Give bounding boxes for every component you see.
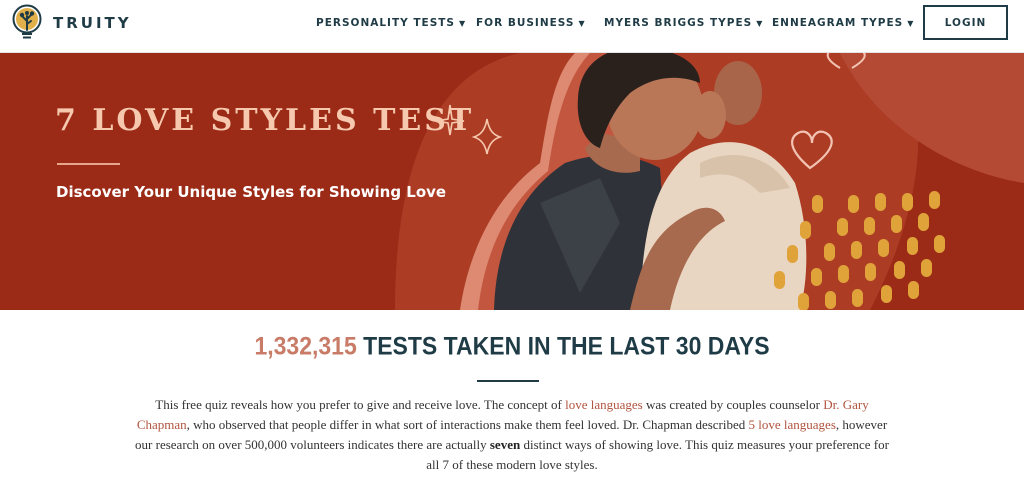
intro-text: This free quiz reveals how you prefer to… [155, 397, 566, 412]
tests-taken-count: 1,332,315 [254, 331, 357, 360]
nav-label: FOR BUSINESS [476, 17, 575, 29]
intro-text: was created by couples counselor [642, 397, 824, 412]
nav-for-business[interactable]: FOR BUSINESS ▼ [476, 17, 586, 29]
caret-down-icon: ▼ [459, 18, 467, 28]
tests-taken-heading: 1,332,315 TESTS TAKEN IN THE LAST 30 DAY… [0, 332, 1024, 361]
hero-illustration [395, 53, 1024, 310]
lightbulb-tree-icon [12, 4, 42, 39]
intro-paragraph: This free quiz reveals how you prefer to… [130, 395, 894, 475]
tests-taken-label: TESTS TAKEN IN THE LAST 30 DAYS [356, 331, 770, 360]
content-divider [477, 380, 539, 382]
intro-bold-seven: seven [489, 437, 521, 452]
brand-logo[interactable]: TRUITY [11, 4, 132, 42]
hero-subtitle: Discover Your Unique Styles for Showing … [56, 183, 447, 201]
nav-enneagram-types[interactable]: ENNEAGRAM TYPES ▼ [772, 17, 914, 29]
site-header: TRUITY PERSONALITY TESTS ▼ FOR BUSINESS … [0, 0, 1024, 53]
nav-label: PERSONALITY TESTS [316, 17, 455, 29]
nav-label: MYERS BRIGGS TYPES [604, 17, 753, 29]
nav-myers-briggs-types[interactable]: MYERS BRIGGS TYPES ▼ [604, 17, 763, 29]
hero-banner: 7 LOVE STYLES TEST Discover Your Unique … [0, 53, 1024, 310]
hero-title: 7 LOVE STYLES TEST [55, 103, 475, 138]
caret-down-icon: ▼ [907, 18, 915, 28]
caret-down-icon: ▼ [756, 18, 764, 28]
nav-label: ENNEAGRAM TYPES [772, 17, 904, 29]
caret-down-icon: ▼ [578, 18, 586, 28]
brand-name: TRUITY [53, 14, 132, 32]
five-love-languages-link[interactable]: 5 love languages [749, 417, 836, 432]
hero-divider [57, 163, 120, 165]
love-languages-link[interactable]: love languages [565, 397, 643, 412]
login-button[interactable]: LOGIN [923, 5, 1008, 40]
intro-text: , who observed that people differ in wha… [186, 417, 749, 432]
nav-personality-tests[interactable]: PERSONALITY TESTS ▼ [316, 17, 466, 29]
